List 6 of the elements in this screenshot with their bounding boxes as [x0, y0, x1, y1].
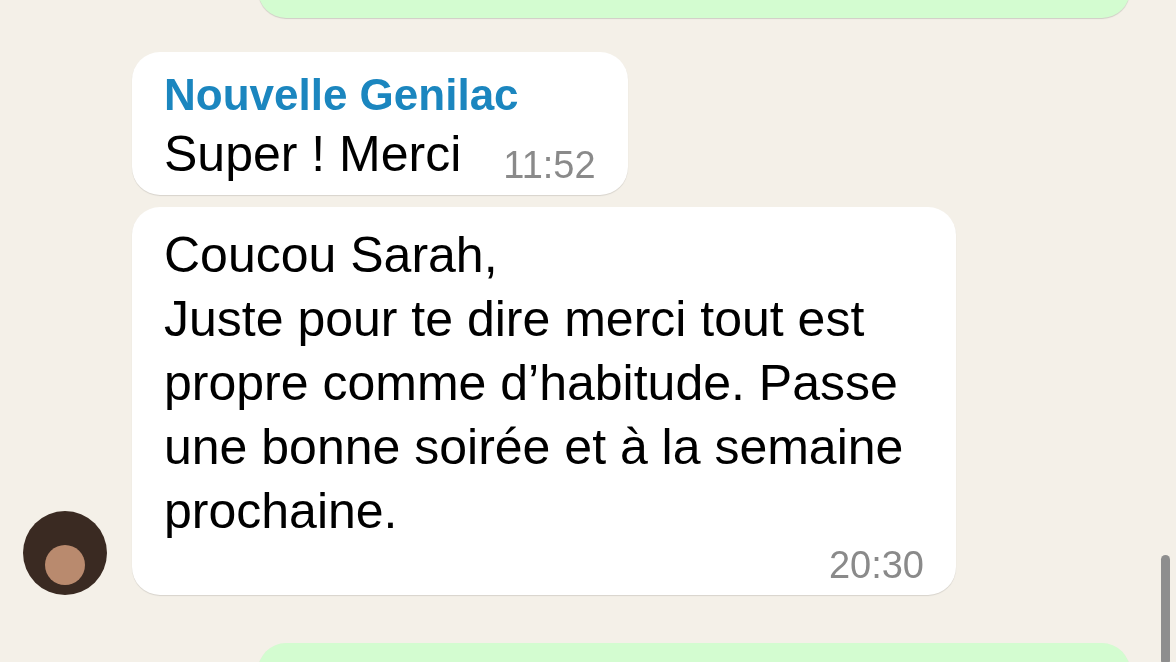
sender-name: Nouvelle Genilac [164, 69, 520, 121]
message-time: 20:30 [828, 543, 924, 587]
message-text: Super ! Merci [164, 125, 462, 184]
message-text: Coucou Sarah, Juste pour te dire merci tout est propre comme d’habitude. Passe une bonne soirée et à la semaine prochaine. [164, 226, 905, 541]
scrollbar[interactable] [1161, 555, 1170, 662]
message-time: 11:52 [503, 143, 596, 187]
